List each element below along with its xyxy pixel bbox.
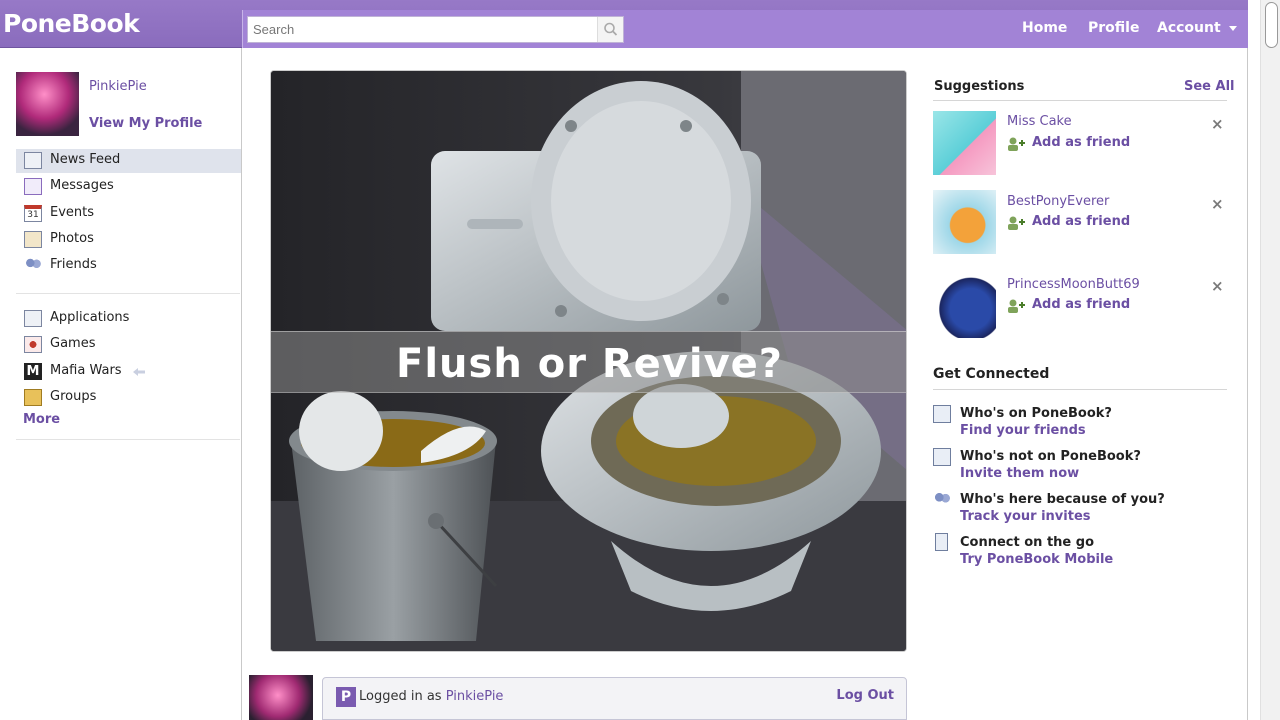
search-icon <box>604 22 618 36</box>
suggestion-avatar[interactable] <box>933 111 996 175</box>
sidebar-divider <box>16 439 240 440</box>
gc-item-title: Who's on PoneBook? <box>960 406 1112 421</box>
suggestion-avatar[interactable] <box>933 190 996 254</box>
sidebar-divider <box>16 293 240 294</box>
add-friend-icon <box>1008 216 1025 230</box>
nav-account[interactable]: Account <box>1157 20 1237 36</box>
mafia-wars-icon: M <box>24 363 42 380</box>
right-page-border <box>1247 48 1248 720</box>
sidebar-item-games[interactable]: Games <box>16 333 241 357</box>
logged-in-user-link[interactable]: PinkiePie <box>446 689 504 704</box>
sidebar-item-label: Photos <box>50 231 94 246</box>
left-column-divider <box>241 48 242 720</box>
profile-name-link[interactable]: PinkiePie <box>89 79 147 94</box>
dismiss-suggestion-icon[interactable]: × <box>1211 195 1224 213</box>
sidebar-item-friends[interactable]: Friends <box>16 254 241 278</box>
mobile-link[interactable]: Try PoneBook Mobile <box>960 552 1113 567</box>
add-friend-icon <box>1008 137 1025 151</box>
site-logo[interactable]: PoneBook <box>3 9 140 38</box>
page-scrollbar[interactable] <box>1260 0 1280 720</box>
scrollbar-thumb[interactable] <box>1265 2 1278 48</box>
gc-item-title: Connect on the go <box>960 535 1095 550</box>
sidebar-item-mafia-wars[interactable]: M Mafia Wars <box>16 360 241 384</box>
dismiss-suggestion-icon[interactable]: × <box>1211 115 1224 133</box>
move-handle-icon[interactable] <box>132 366 146 378</box>
games-icon <box>24 336 42 353</box>
sidebar-item-label: Applications <box>50 310 130 325</box>
track-invites-icon <box>933 491 951 509</box>
view-profile-link[interactable]: View My Profile <box>89 116 202 131</box>
groups-icon <box>24 389 42 406</box>
add-as-friend-link[interactable]: Add as friend <box>1032 214 1130 229</box>
suggestion-name[interactable]: Miss Cake <box>1007 114 1072 129</box>
suggestion-avatar[interactable] <box>933 274 996 338</box>
invite-icon <box>933 448 951 466</box>
applications-icon <box>24 310 42 327</box>
suggestions-divider <box>933 100 1227 101</box>
post-author-avatar[interactable] <box>249 675 313 720</box>
sidebar-item-label: Events <box>50 205 95 220</box>
nav-profile[interactable]: Profile <box>1088 20 1139 36</box>
track-invites-link[interactable]: Track your invites <box>960 509 1091 524</box>
logout-link[interactable]: Log Out <box>836 688 894 703</box>
sidebar-item-events[interactable]: 31 Events <box>16 202 241 226</box>
gc-item-title: Who's here because of you? <box>960 492 1165 507</box>
gc-item-title: Who's not on PoneBook? <box>960 449 1141 464</box>
sidebar-item-label: Friends <box>50 257 97 272</box>
sidebar-item-label: Groups <box>50 389 97 404</box>
sidebar-item-groups[interactable]: Groups <box>16 386 241 410</box>
chevron-down-icon <box>1228 25 1237 31</box>
suggestion-name[interactable]: PrincessMoonButt69 <box>1007 277 1140 292</box>
search-box <box>247 16 624 43</box>
sidebar-item-label: Mafia Wars <box>50 363 122 378</box>
see-all-link[interactable]: See All <box>1184 79 1235 94</box>
sidebar-more-link[interactable]: More <box>23 412 60 427</box>
nav-home[interactable]: Home <box>1022 20 1067 36</box>
ponebook-p-icon: P <box>336 687 356 707</box>
news-feed-icon <box>24 152 42 169</box>
find-friends-icon <box>933 405 951 423</box>
sidebar-item-photos[interactable]: Photos <box>16 228 241 252</box>
add-as-friend-link[interactable]: Add as friend <box>1032 135 1130 150</box>
calendar-icon: 31 <box>24 205 42 222</box>
nav-account-label: Account <box>1157 20 1221 36</box>
sidebar-item-label: Messages <box>50 178 114 193</box>
get-connected-title: Get Connected <box>933 366 1050 382</box>
get-connected-divider <box>933 389 1227 390</box>
sidebar-item-label: News Feed <box>50 152 121 167</box>
featured-image[interactable]: Flush or Revive? <box>270 70 907 652</box>
friends-icon <box>24 257 42 274</box>
sidebar-item-news-feed[interactable]: News Feed <box>16 149 241 173</box>
suggestion-name[interactable]: BestPonyEverer <box>1007 194 1109 209</box>
hero-caption: Flush or Revive? <box>396 341 783 387</box>
profile-avatar[interactable] <box>16 72 79 136</box>
messages-icon <box>24 178 42 195</box>
photos-icon <box>24 231 42 248</box>
sidebar-item-applications[interactable]: Applications <box>16 307 241 331</box>
find-friends-link[interactable]: Find your friends <box>960 423 1086 438</box>
search-input[interactable] <box>248 17 598 42</box>
search-button[interactable] <box>597 17 623 42</box>
login-status-box: P Logged in as PinkiePie Log Out <box>322 677 907 720</box>
invite-link[interactable]: Invite them now <box>960 466 1079 481</box>
add-as-friend-link[interactable]: Add as friend <box>1032 297 1130 312</box>
add-friend-icon <box>1008 299 1025 313</box>
logged-in-text: Logged in as PinkiePie <box>359 689 503 704</box>
sidebar-item-messages[interactable]: Messages <box>16 175 241 199</box>
mobile-phone-icon <box>935 533 948 551</box>
dismiss-suggestion-icon[interactable]: × <box>1211 277 1224 295</box>
sidebar-item-label: Games <box>50 336 96 351</box>
suggestions-title: Suggestions <box>934 79 1025 94</box>
logged-in-prefix: Logged in as <box>359 689 442 704</box>
